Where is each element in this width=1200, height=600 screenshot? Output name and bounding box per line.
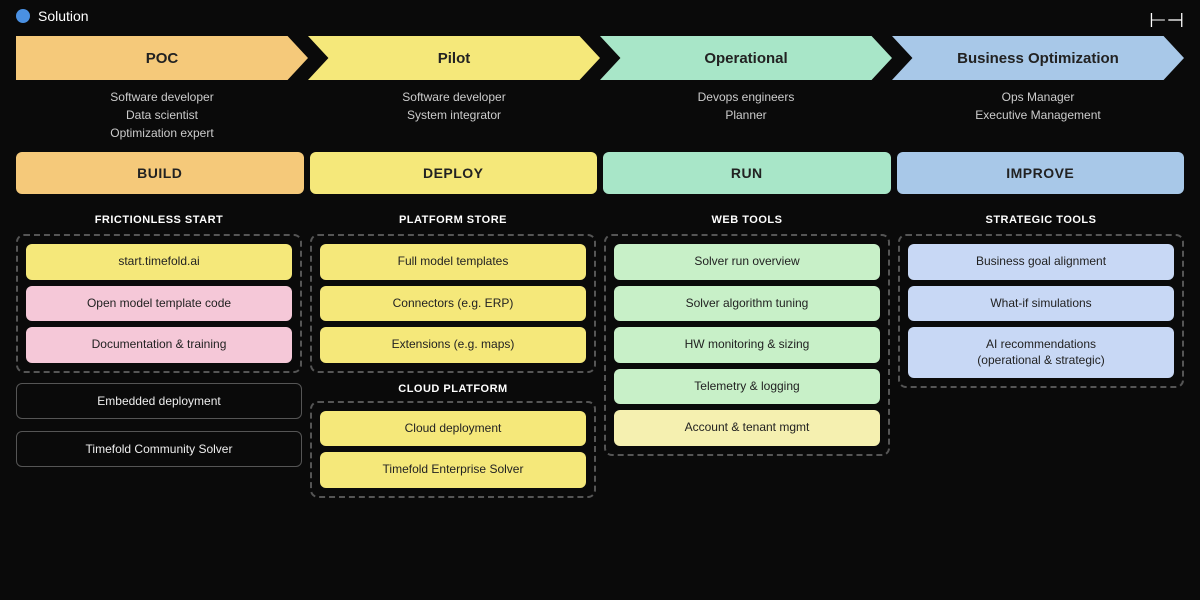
strategic-title: STRATEGIC TOOLS [898,214,1184,226]
webtools-column: WEB TOOLS Solver run overview Solver alg… [604,214,890,498]
phase-poc: POC [16,36,308,80]
business-goal-alignment-card: Business goal alignment [908,244,1174,280]
extensions-card: Extensions (e.g. maps) [320,327,586,363]
deploy-button[interactable]: DEPLOY [310,152,598,194]
main-content: FRICTIONLESS START start.timefold.ai Ope… [0,202,1200,498]
header: Solution ⊢⊣ [0,0,1200,32]
logo-icon: ⊢⊣ [1149,8,1184,33]
community-solver-card: Timefold Community Solver [16,431,302,467]
frictionless-title: FRICTIONLESS START [16,214,302,226]
persona-mgmt: Ops ManagerExecutive Management [892,88,1184,142]
platform-dashed-box: Full model templates Connectors (e.g. ER… [310,234,596,373]
embedded-deployment-card: Embedded deployment [16,383,302,419]
start-timefold-card: start.timefold.ai [26,244,292,280]
solver-algorithm-tuning-card: Solver algorithm tuning [614,286,880,322]
phase-bizopt: Business Optimization [892,36,1184,80]
improve-button[interactable]: IMPROVE [897,152,1185,194]
solution-label: Solution [38,8,89,24]
full-model-templates-card: Full model templates [320,244,586,280]
connectors-card: Connectors (e.g. ERP) [320,286,586,322]
ai-recommendations-card: AI recommendations(operational & strateg… [908,327,1174,378]
telemetry-logging-card: Telemetry & logging [614,369,880,405]
cloud-dashed-box: Cloud deployment Timefold Enterprise Sol… [310,401,596,498]
what-if-simulations-card: What-if simulations [908,286,1174,322]
phase-operational: Operational [600,36,892,80]
open-model-template-card: Open model template code [26,286,292,322]
solver-run-overview-card: Solver run overview [614,244,880,280]
cloud-platform-label: CLOUD PLATFORM [310,383,596,395]
webtools-dashed-box: Solver run overview Solver algorithm tun… [604,234,890,456]
platform-column: PLATFORM STORE Full model templates Conn… [310,214,596,498]
actions-row: BUILD DEPLOY RUN IMPROVE [0,152,1200,194]
account-tenant-card: Account & tenant mgmt [614,410,880,446]
phases-row: POC Pilot Operational Business Optimizat… [0,36,1200,80]
solution-dot-icon [16,9,30,23]
docs-training-card: Documentation & training [26,327,292,363]
persona-ops: Devops engineersPlanner [600,88,892,142]
build-button[interactable]: BUILD [16,152,304,194]
phase-pilot: Pilot [308,36,600,80]
webtools-title: WEB TOOLS [604,214,890,226]
personas-row: Software developerData scientistOptimiza… [0,88,1200,142]
platform-title: PLATFORM STORE [310,214,596,226]
enterprise-solver-card: Timefold Enterprise Solver [320,452,586,488]
run-button[interactable]: RUN [603,152,891,194]
frictionless-column: FRICTIONLESS START start.timefold.ai Ope… [16,214,302,498]
strategic-column: STRATEGIC TOOLS Business goal alignment … [898,214,1184,498]
persona-poc: Software developerData scientistOptimiza… [16,88,308,142]
strategic-dashed-box: Business goal alignment What-if simulati… [898,234,1184,388]
persona-pilot: Software developerSystem integrator [308,88,600,142]
frictionless-dashed-box: start.timefold.ai Open model template co… [16,234,302,373]
hw-monitoring-card: HW monitoring & sizing [614,327,880,363]
cloud-deployment-card: Cloud deployment [320,411,586,447]
